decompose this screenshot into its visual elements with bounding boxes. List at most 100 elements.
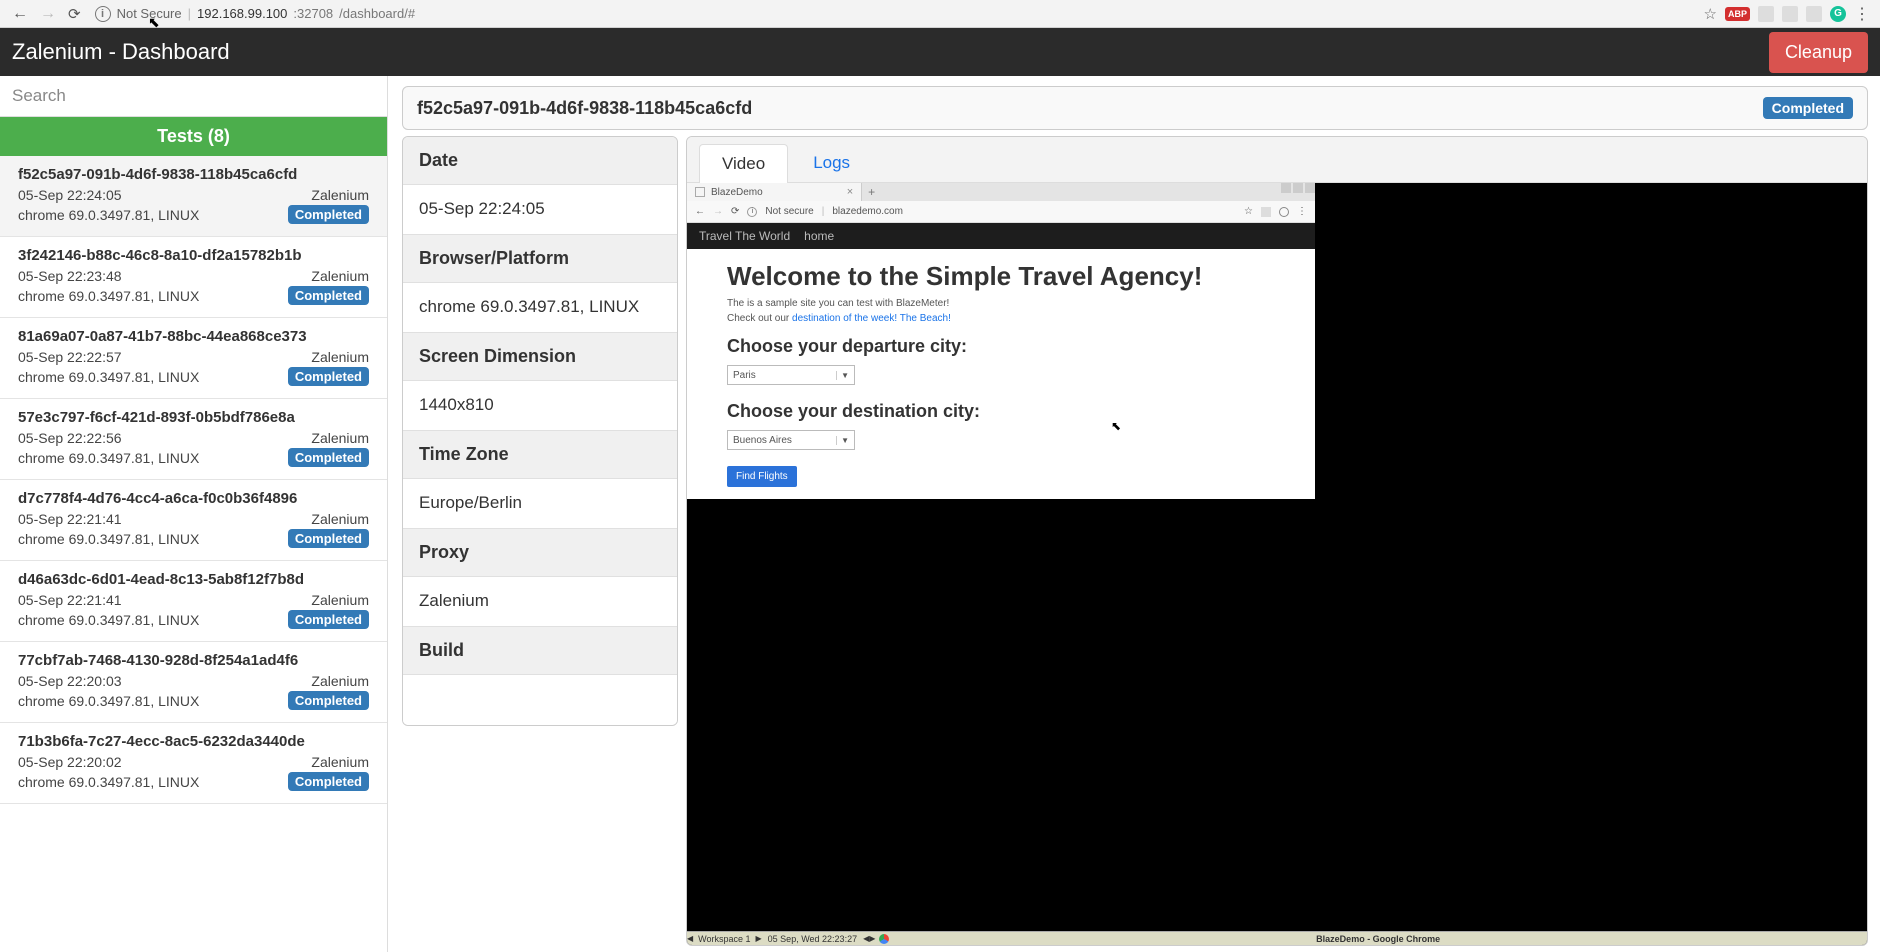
extension-icon[interactable] xyxy=(1782,6,1798,22)
test-proxy: Zalenium xyxy=(311,349,369,365)
extension-icon[interactable] xyxy=(1806,6,1822,22)
media-tabs: Video Logs xyxy=(687,137,1867,183)
meta-proxy-value: Zalenium xyxy=(403,577,677,627)
departure-value: Paris xyxy=(733,370,756,381)
content-area: f52c5a97-091b-4d6f-9838-118b45ca6cfd Com… xyxy=(388,76,1880,952)
reload-icon: ⟳ xyxy=(731,206,739,217)
test-item[interactable]: 57e3c797-f6cf-421d-893f-0b5bdf786e8a 05-… xyxy=(0,399,387,480)
meta-screen-value: 1440x810 xyxy=(403,381,677,431)
app-header: Zalenium - Dashboard Cleanup xyxy=(0,28,1880,76)
destination-select: Buenos Aires ▼ xyxy=(727,430,855,450)
session-extension-icon xyxy=(1261,207,1271,217)
meta-screen-label: Screen Dimension xyxy=(403,333,677,381)
test-id: f52c5a97-091b-4d6f-9838-118b45ca6cfd xyxy=(18,166,369,183)
test-time: 05-Sep 22:23:48 xyxy=(18,268,122,284)
meta-date-value: 05-Sep 22:24:05 xyxy=(403,185,677,235)
favicon-icon xyxy=(695,187,705,197)
test-browser: chrome 69.0.3497.81, LINUX xyxy=(18,450,199,466)
session-subtext2: Check out our destination of the week! T… xyxy=(727,313,1275,324)
tests-count-header: Tests (8) xyxy=(0,117,387,156)
nav-home: home xyxy=(804,229,834,243)
test-proxy: Zalenium xyxy=(311,268,369,284)
test-browser: chrome 69.0.3497.81, LINUX xyxy=(18,612,199,628)
forward-icon: → xyxy=(40,5,56,23)
status-badge: Completed xyxy=(288,691,369,710)
meta-timezone-value: Europe/Berlin xyxy=(403,479,677,529)
test-item[interactable]: d7c778f4-4d76-4cc4-a6ca-f0c0b36f4896 05-… xyxy=(0,480,387,561)
find-flights-button: Find Flights xyxy=(727,466,797,487)
status-badge: Completed xyxy=(288,448,369,467)
session-browser-tab: BlazeDemo × xyxy=(687,183,862,201)
test-item[interactable]: 71b3b6fa-7c27-4ecc-8ac5-6232da3440de 05-… xyxy=(0,723,387,804)
tab-video[interactable]: Video xyxy=(699,144,788,183)
cursor-icon: ⬉ xyxy=(1111,419,1121,433)
meta-proxy-label: Proxy xyxy=(403,529,677,577)
search-input[interactable] xyxy=(0,76,387,117)
info-icon[interactable]: i xyxy=(95,6,111,22)
session-site-nav: Travel The World home xyxy=(687,223,1315,249)
test-time: 05-Sep 22:20:03 xyxy=(18,673,122,689)
window-controls xyxy=(1281,183,1315,193)
test-id: d7c778f4-4d76-4cc4-a6ca-f0c0b36f4896 xyxy=(18,490,369,507)
video-viewport[interactable]: BlazeDemo × + ← → xyxy=(687,183,1867,945)
detail-header: f52c5a97-091b-4d6f-9838-118b45ca6cfd Com… xyxy=(402,86,1868,130)
extension-icon[interactable] xyxy=(1758,6,1774,22)
tab-logs[interactable]: Logs xyxy=(790,143,873,182)
test-time: 05-Sep 22:21:41 xyxy=(18,511,122,527)
test-browser: chrome 69.0.3497.81, LINUX xyxy=(18,288,199,304)
url-host: 192.168.99.100 xyxy=(197,6,287,21)
cleanup-button[interactable]: Cleanup xyxy=(1769,32,1868,73)
chrome-menu-icon: ⋮ xyxy=(1297,206,1307,217)
chevron-down-icon: ▼ xyxy=(836,436,849,445)
session-heading: Welcome to the Simple Travel Agency! xyxy=(727,261,1275,292)
profile-icon xyxy=(1279,207,1289,217)
close-icon: × xyxy=(847,186,853,198)
info-icon: i xyxy=(747,207,757,217)
test-browser: chrome 69.0.3497.81, LINUX xyxy=(18,531,199,547)
adblock-extension-icon[interactable]: ABP xyxy=(1725,7,1750,21)
session-destination-link: destination of the week! The Beach! xyxy=(792,313,951,324)
meta-date-label: Date xyxy=(403,137,677,185)
test-item[interactable]: f52c5a97-091b-4d6f-9838-118b45ca6cfd ⬉ 0… xyxy=(0,156,387,237)
back-icon[interactable]: ← xyxy=(12,5,28,23)
status-badge: Completed xyxy=(288,367,369,386)
status-badge: Completed xyxy=(288,205,369,224)
session-url-bar: ← → ⟳ i Not secure | blazedemo.com ☆ ⋮ xyxy=(687,201,1315,223)
metadata-table: Date 05-Sep 22:24:05 Browser/Platform ch… xyxy=(402,136,678,726)
chevron-down-icon: ▼ xyxy=(836,371,849,380)
bookmark-star-icon[interactable]: ☆ xyxy=(1704,5,1717,23)
test-item[interactable]: 81a69a07-0a87-41b7-88bc-44ea868ce373 05-… xyxy=(0,318,387,399)
not-secure-label: Not Secure xyxy=(117,6,182,21)
test-id: 77cbf7ab-7468-4130-928d-8f254a1ad4f6 xyxy=(18,652,369,669)
test-id: 3f242146-b88c-46c8-8a10-df2a15782b1b xyxy=(18,247,369,264)
page-title: Zalenium - Dashboard xyxy=(12,39,230,65)
url-port: :32708 xyxy=(293,6,333,21)
meta-timezone-label: Time Zone xyxy=(403,431,677,479)
test-browser: chrome 69.0.3497.81, LINUX xyxy=(18,207,199,223)
url-divider: | xyxy=(188,6,191,21)
url-bar[interactable]: i Not Secure | 192.168.99.100:32708/dash… xyxy=(87,3,1700,25)
chrome-app-icon xyxy=(879,934,889,944)
test-id: d46a63dc-6d01-4ead-8c13-5ab8f12f7b8d xyxy=(18,571,369,588)
reload-icon[interactable]: ⟳ xyxy=(68,5,81,23)
test-item[interactable]: d46a63dc-6d01-4ead-8c13-5ab8f12f7b8d 05-… xyxy=(0,561,387,642)
chrome-menu-icon[interactable]: ⋮ xyxy=(1854,4,1870,24)
taskbar-time: 05 Sep, Wed 22:23:27 xyxy=(762,934,863,944)
meta-build-label: Build xyxy=(403,627,677,675)
test-item[interactable]: 77cbf7ab-7468-4130-928d-8f254a1ad4f6 05-… xyxy=(0,642,387,723)
meta-browser-value: chrome 69.0.3497.81, LINUX xyxy=(403,283,677,333)
minimize-icon xyxy=(1281,183,1291,193)
session-tab-bar: BlazeDemo × + xyxy=(687,183,1315,201)
status-badge: Completed xyxy=(288,610,369,629)
test-item[interactable]: 3f242146-b88c-46c8-8a10-df2a15782b1b 05-… xyxy=(0,237,387,318)
test-proxy: Zalenium xyxy=(311,592,369,608)
close-window-icon xyxy=(1305,183,1315,193)
status-badge: Completed xyxy=(288,772,369,791)
test-time: 05-Sep 22:22:57 xyxy=(18,349,122,365)
session-recording: BlazeDemo × + ← → xyxy=(687,183,1315,499)
workspace-label: Workspace 1 xyxy=(693,934,755,944)
grammarly-extension-icon[interactable]: G xyxy=(1830,6,1846,22)
meta-build-value xyxy=(403,675,677,725)
status-badge: Completed xyxy=(288,286,369,305)
status-badge: Completed xyxy=(288,529,369,548)
